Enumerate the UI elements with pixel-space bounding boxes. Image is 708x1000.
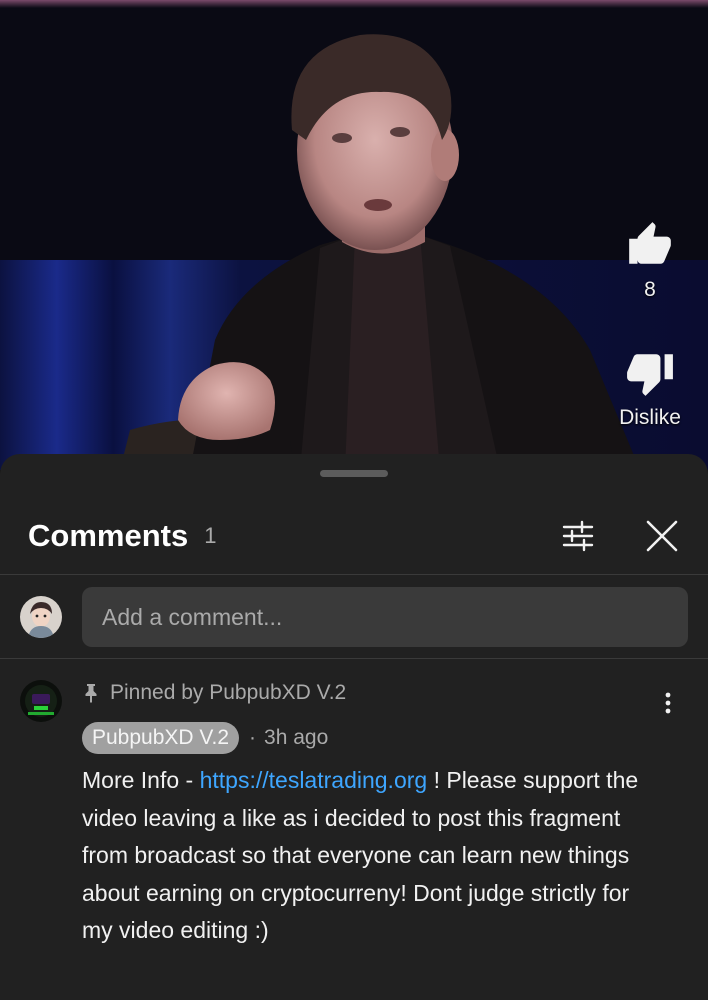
- sliders-icon[interactable]: [560, 518, 596, 554]
- comment-text-end: ! Please support the video leaving a lik…: [82, 767, 639, 943]
- header-divider: [0, 574, 708, 575]
- video-player[interactable]: 8 Dislike: [0, 0, 708, 470]
- comment-item: Pinned by PubpubXD V.2 PubpubXD V.2 · 3h…: [20, 676, 688, 950]
- user-avatar[interactable]: [20, 596, 62, 638]
- close-icon[interactable]: [644, 518, 680, 554]
- stage-light: [0, 0, 708, 8]
- input-divider: [0, 658, 708, 659]
- video-actions: 8 Dislike: [610, 220, 690, 430]
- add-comment-row: [20, 586, 688, 648]
- thumbs-down-icon: [627, 354, 673, 396]
- pin-icon: [85, 684, 97, 703]
- comment-text: More Info - https://teslatrading.org ! P…: [82, 762, 642, 950]
- comment-meta: PubpubXD V.2 · 3h ago: [82, 722, 688, 754]
- dislike-label: Dislike: [619, 406, 681, 429]
- drag-handle[interactable]: [320, 470, 388, 477]
- comment-input[interactable]: [82, 587, 688, 647]
- dislike-button[interactable]: Dislike: [619, 348, 681, 430]
- comments-header: Comments 1: [28, 514, 680, 558]
- like-count: 8: [644, 278, 656, 301]
- comments-sheet: Comments 1 Add a comment... Pinned by Pu…: [0, 454, 708, 1000]
- comment-time: 3h ago: [264, 726, 329, 749]
- comment-text-start: More Info -: [82, 767, 200, 793]
- author-name[interactable]: PubpubXD V.2: [82, 722, 240, 754]
- commenter-avatar[interactable]: [20, 680, 62, 722]
- comments-title: Comments: [28, 518, 189, 553]
- pinned-indicator: Pinned by PubpubXD V.2: [82, 676, 688, 710]
- like-button[interactable]: 8: [625, 220, 675, 302]
- thumbs-up-icon: [629, 222, 671, 264]
- pinned-text: Pinned by PubpubXD V.2: [110, 681, 347, 704]
- speaker-figure: [120, 34, 640, 470]
- meta-separator: ·: [249, 726, 257, 749]
- comment-link[interactable]: https://teslatrading.org: [200, 767, 428, 793]
- more-options-icon[interactable]: [656, 688, 680, 718]
- comments-count: 1: [204, 523, 217, 548]
